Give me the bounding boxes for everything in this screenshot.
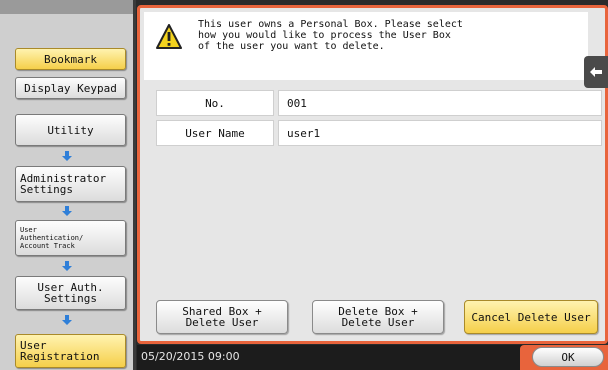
no-value: 001 — [278, 90, 602, 116]
status-bar: 05/20/2015 09:00 OK — [137, 345, 608, 370]
utility-button[interactable]: Utility — [15, 114, 126, 146]
delete-box-delete-user-button[interactable]: Delete Box + Delete User — [312, 300, 444, 334]
down-arrow-icon — [62, 206, 72, 216]
ok-button[interactable]: OK — [532, 347, 604, 367]
user-name-value: user1 — [278, 120, 602, 146]
warning-icon — [156, 24, 182, 49]
bookmark-button[interactable]: Bookmark — [15, 48, 126, 70]
message-area: This user owns a Personal Box. Please se… — [144, 12, 588, 80]
datetime-display: 05/20/2015 09:00 — [141, 350, 240, 363]
sidebar-divider — [133, 0, 136, 370]
administrator-settings-button[interactable]: Administrator Settings — [15, 166, 126, 202]
user-registration-button[interactable]: User Registration — [15, 334, 126, 368]
cancel-delete-user-button[interactable]: Cancel Delete User — [464, 300, 598, 334]
down-arrow-icon — [62, 261, 72, 271]
ok-area: OK — [520, 345, 608, 370]
sidebar-top-bar — [0, 0, 136, 14]
user-name-label: User Name — [156, 120, 274, 146]
down-arrow-icon — [62, 151, 72, 161]
back-tab-button[interactable] — [584, 56, 608, 88]
no-label: No. — [156, 90, 274, 116]
shared-box-delete-user-button[interactable]: Shared Box + Delete User — [156, 300, 288, 334]
user-auth-settings-button[interactable]: User Auth. Settings — [15, 276, 126, 310]
user-authentication-account-track-button[interactable]: User Authentication/ Account Track — [15, 220, 126, 256]
sidebar: Bookmark Display Keypad Utility Administ… — [0, 0, 136, 370]
dialog-message: This user owns a Personal Box. Please se… — [198, 19, 463, 52]
back-arrow-icon — [590, 67, 602, 77]
confirmation-dialog: This user owns a Personal Box. Please se… — [137, 5, 608, 344]
down-arrow-icon — [62, 315, 72, 325]
display-keypad-button[interactable]: Display Keypad — [15, 77, 126, 99]
